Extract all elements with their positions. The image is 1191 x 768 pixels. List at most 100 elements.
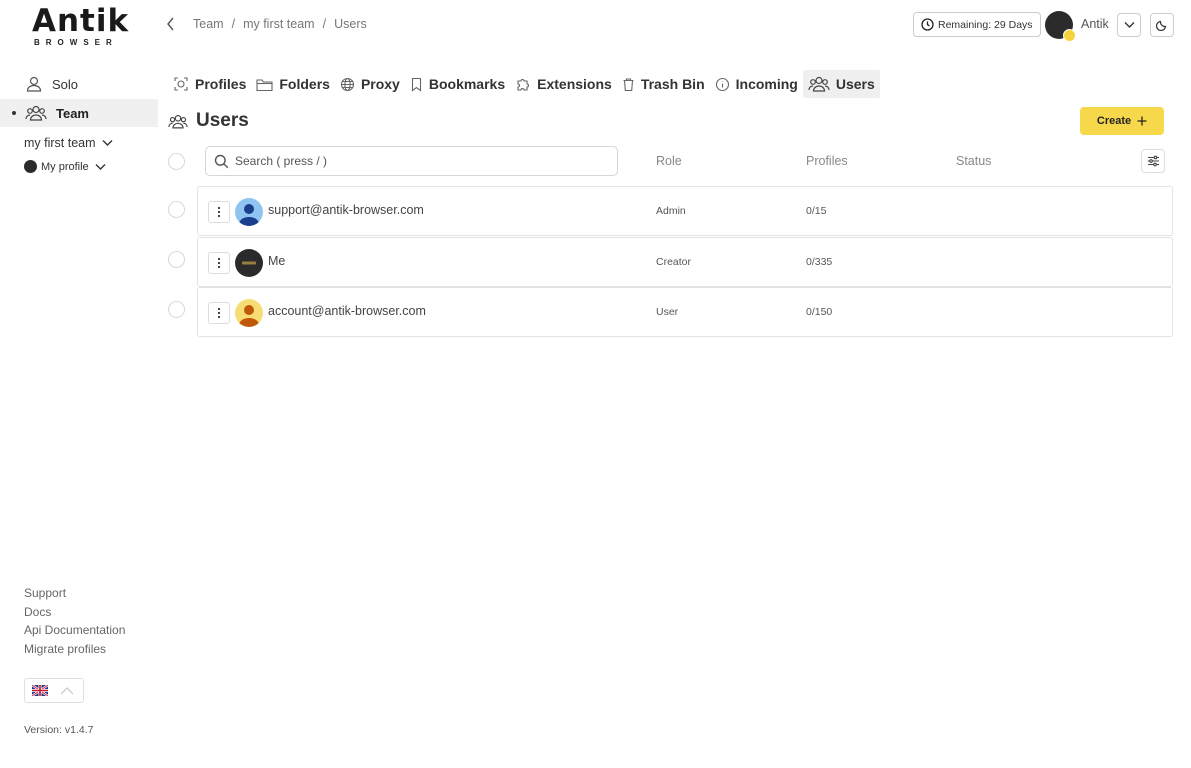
team-select-label: my first team <box>24 136 96 150</box>
user-email: account@antik-browser.com <box>268 304 426 318</box>
profile-select[interactable]: My profile <box>24 160 106 173</box>
language-selector[interactable] <box>24 678 84 703</box>
profiles-icon <box>174 77 188 91</box>
create-button[interactable]: Create <box>1080 107 1164 135</box>
tab-label: Folders <box>279 76 330 92</box>
moon-icon <box>1156 20 1167 31</box>
user-profiles: 0/335 <box>806 256 833 268</box>
logo-text: Antik <box>32 3 130 39</box>
tab-profiles[interactable]: Profiles <box>168 70 251 98</box>
search-input[interactable] <box>235 154 595 168</box>
trash-icon <box>623 77 634 91</box>
more-vertical-icon <box>217 206 221 218</box>
user-role: Admin <box>656 205 686 217</box>
avatar <box>235 299 263 327</box>
bookmark-icon <box>411 77 421 92</box>
avatar <box>235 249 263 277</box>
chevron-down-icon <box>95 163 106 170</box>
row-menu-button[interactable] <box>208 201 230 223</box>
table-row[interactable]: Me Creator 0/335 <box>197 237 1173 287</box>
sidebar-item-label: Solo <box>52 76 79 92</box>
remaining-text: Remaining: 29 Days <box>938 18 1033 31</box>
plus-icon <box>1137 116 1147 126</box>
migrate-profiles-link[interactable]: Migrate profiles <box>24 642 125 661</box>
account-menu-button[interactable] <box>1117 13 1141 37</box>
user-profiles: 0/15 <box>806 205 827 217</box>
sidebar: Antik BROWSER Solo Team my first team My… <box>0 0 158 768</box>
support-link[interactable]: Support <box>24 586 125 605</box>
table-row[interactable]: support@antik-browser.com Admin 0/15 <box>197 186 1173 236</box>
tab-label: Incoming <box>735 76 798 92</box>
user-email: support@antik-browser.com <box>268 203 424 217</box>
active-indicator <box>12 111 16 115</box>
more-vertical-icon <box>217 307 221 319</box>
tab-proxy[interactable]: Proxy <box>335 70 405 98</box>
user-profiles: 0/150 <box>806 306 833 318</box>
row-checkbox[interactable] <box>168 251 185 268</box>
chevron-down-icon <box>102 140 113 146</box>
page-title-text: Users <box>196 110 249 131</box>
breadcrumb-team[interactable]: Team <box>193 17 224 31</box>
info-icon <box>715 77 729 91</box>
tab-label: Bookmarks <box>428 76 506 92</box>
search-icon <box>214 154 229 168</box>
remaining-badge[interactable]: Remaining: 29 Days <box>913 12 1041 37</box>
globe-icon <box>340 77 354 91</box>
tab-label: Users <box>835 76 875 92</box>
team-icon <box>168 114 188 128</box>
tab-users[interactable]: Users <box>802 70 880 98</box>
theme-toggle-button[interactable] <box>1150 13 1174 37</box>
app-window: Antik BROWSER Solo Team my first team My… <box>0 0 1191 768</box>
sidebar-links: Support Docs Api Documentation Migrate p… <box>24 586 125 660</box>
column-header-profiles[interactable]: Profiles <box>806 154 848 168</box>
user-name[interactable]: Antik <box>1081 17 1109 31</box>
column-header-role[interactable]: Role <box>656 154 682 168</box>
table-row[interactable]: account@antik-browser.com User 0/150 <box>197 287 1173 337</box>
breadcrumb-my-first-team[interactable]: my first team <box>243 17 315 31</box>
version-label: Version: v1.4.7 <box>24 724 94 736</box>
tab-bookmarks[interactable]: Bookmarks <box>405 70 510 98</box>
tab-extensions[interactable]: Extensions <box>510 70 617 98</box>
page-title: Users <box>168 110 249 132</box>
clock-icon <box>921 18 934 31</box>
row-menu-button[interactable] <box>208 302 230 324</box>
team-select[interactable]: my first team <box>24 136 113 150</box>
breadcrumb-separator: / <box>322 17 327 31</box>
breadcrumb-separator: / <box>231 17 236 31</box>
breadcrumb-users: Users <box>334 17 367 31</box>
search-box[interactable] <box>205 146 618 176</box>
create-button-label: Create <box>1096 115 1132 127</box>
tab-folders[interactable]: Folders <box>251 70 335 98</box>
api-docs-link[interactable]: Api Documentation <box>24 623 125 642</box>
sidebar-item-team[interactable]: Team <box>0 99 158 127</box>
row-menu-button[interactable] <box>208 252 230 274</box>
sidebar-item-solo[interactable]: Solo <box>0 70 158 98</box>
column-settings-button[interactable] <box>1141 149 1165 173</box>
docs-link[interactable]: Docs <box>24 605 125 624</box>
team-icon <box>808 76 830 92</box>
puzzle-icon <box>517 79 530 91</box>
team-icon <box>25 105 47 121</box>
row-checkbox[interactable] <box>168 201 185 218</box>
tab-trash-bin[interactable]: Trash Bin <box>617 70 710 98</box>
logo[interactable]: Antik BROWSER <box>32 6 128 48</box>
chevron-up-icon <box>60 686 74 694</box>
top-bar: Team / my first team / Users Remaining: … <box>158 0 1191 50</box>
avatar <box>235 198 263 226</box>
avatar[interactable] <box>1045 11 1076 42</box>
uk-flag-icon <box>32 685 48 696</box>
folder-icon <box>256 78 273 91</box>
user-role: Creator <box>656 256 692 268</box>
row-checkbox[interactable] <box>168 301 185 318</box>
tab-label: Extensions <box>537 76 612 92</box>
more-vertical-icon <box>217 257 221 269</box>
avatar <box>24 160 37 173</box>
tab-label: Profiles <box>195 76 247 92</box>
user-role: User <box>656 306 679 318</box>
user-icon <box>26 76 42 92</box>
back-arrow-icon[interactable] <box>165 16 177 32</box>
column-header-status[interactable]: Status <box>956 154 991 168</box>
tab-incoming[interactable]: Incoming <box>710 70 803 98</box>
breadcrumb: Team / my first team / Users <box>193 17 367 31</box>
select-all-checkbox[interactable] <box>168 153 185 170</box>
